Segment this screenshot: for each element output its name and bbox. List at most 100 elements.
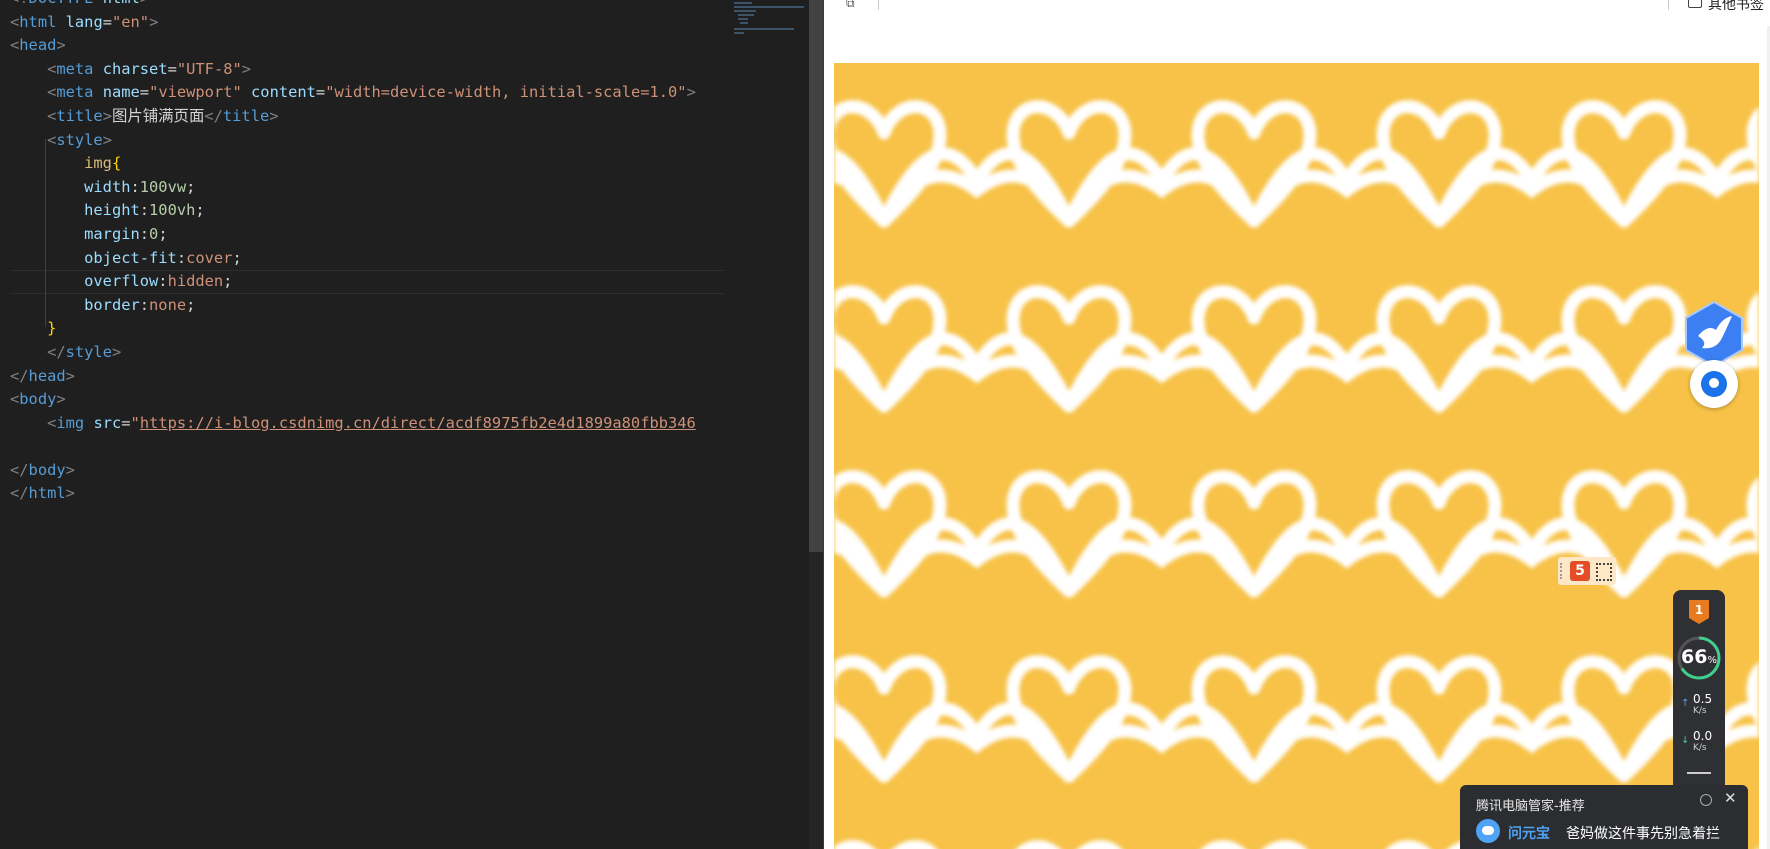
settings-icon[interactable] <box>1700 794 1712 806</box>
code-token: { <box>111 154 122 173</box>
code-token: </ <box>10 366 29 385</box>
minimap-line <box>738 14 754 16</box>
code-line[interactable]: height:100vh; <box>0 199 725 223</box>
code-line[interactable]: margin:0; <box>0 223 725 247</box>
code-token: https://i-blog.csdnimg.cn/direct/acdf897… <box>139 413 696 432</box>
code-token: < <box>47 130 57 149</box>
rank-badge: 1 <box>1689 600 1709 624</box>
bookmarks-separator <box>1668 0 1669 10</box>
code-token: ; <box>195 201 205 220</box>
code-line[interactable]: <style> <box>0 129 725 153</box>
code-token: head <box>28 366 66 385</box>
toast-message[interactable]: 爸妈做这件事先别急着拦 <box>1566 823 1720 843</box>
code-token: </ <box>10 484 29 503</box>
code-token: style <box>56 130 103 149</box>
chat-bubble-icon[interactable] <box>1690 360 1738 408</box>
code-token: = <box>102 12 112 31</box>
drag-handle-icon[interactable] <box>1560 563 1564 579</box>
code-token: ; <box>158 224 168 243</box>
download-arrow-icon: ↓ <box>1681 735 1690 746</box>
code-token: html <box>103 0 140 7</box>
editor-minimap[interactable] <box>726 0 811 849</box>
code-token: : <box>158 272 168 291</box>
code-token: : <box>139 224 150 243</box>
download-unit: K/s <box>1693 743 1707 753</box>
html5-extension-badge[interactable]: 5 <box>1558 557 1616 585</box>
code-line[interactable]: } <box>0 317 725 341</box>
code-token: "UTF-8" <box>176 59 242 78</box>
code-line[interactable]: overflow:hidden; <box>0 270 725 294</box>
code-line[interactable]: <title>图片铺满页面</title> <box>0 105 725 129</box>
code-line[interactable]: </style> <box>0 341 725 365</box>
folder-icon[interactable] <box>1688 0 1702 8</box>
code-token: 图片铺满页面 <box>111 106 205 125</box>
code-line[interactable]: width:100vw; <box>0 176 725 200</box>
code-token: 0 <box>149 224 159 243</box>
code-token: = <box>139 83 150 102</box>
code-token: > <box>65 484 75 503</box>
code-line[interactable]: <meta charset="UTF-8"> <box>0 58 725 82</box>
code-token: > <box>111 342 122 361</box>
code-line[interactable]: <body> <box>0 388 725 412</box>
code-token: none <box>149 295 187 314</box>
code-token: " <box>130 413 140 432</box>
minimap-line <box>734 6 804 8</box>
code-token: : <box>130 177 140 196</box>
code-line[interactable]: object-fit:cover; <box>0 247 725 271</box>
expand-icon[interactable] <box>1596 563 1612 581</box>
upload-value: 0.5 <box>1693 692 1713 706</box>
code-line[interactable]: </head> <box>0 365 725 389</box>
code-token: > <box>56 390 66 409</box>
code-line[interactable]: border:none; <box>0 294 725 318</box>
code-token: < <box>47 59 57 78</box>
code-token: = <box>167 59 177 78</box>
minimap-line <box>740 22 748 24</box>
download-speed: ↓ 0.0 K/s <box>1681 729 1725 757</box>
other-bookmarks[interactable]: 其他书签 <box>1708 0 1764 14</box>
notification-toast[interactable]: 腾讯电脑管家-推荐 ✕ 问元宝 爸妈做这件事先别急着拦 <box>1460 785 1748 849</box>
code-token: </ <box>10 460 29 479</box>
code-token: = <box>315 83 326 102</box>
code-line[interactable]: </body> <box>0 459 725 483</box>
code-line[interactable]: <head> <box>0 34 725 58</box>
code-line[interactable]: <img src="https://i-blog.csdnimg.cn/dire… <box>0 412 725 436</box>
code-line[interactable]: <!DOCTYPE html> <box>0 0 725 11</box>
code-token: "en" <box>112 12 150 31</box>
code-token: ; <box>232 248 242 267</box>
code-token: < <box>10 390 20 409</box>
code-line[interactable]: <meta name="viewport" content="width=dev… <box>0 81 725 105</box>
code-token: </ <box>204 106 223 125</box>
code-line[interactable] <box>0 435 725 459</box>
more-icon[interactable] <box>1687 772 1711 786</box>
code-lines[interactable]: <!DOCTYPE html><html lang="en"><head> <m… <box>0 0 725 506</box>
code-token: lang <box>65 12 103 31</box>
copy-icon[interactable]: ⧉ <box>846 0 860 10</box>
code-token: < <box>47 413 57 432</box>
browser-preview: ⧉ 其他书签 <box>824 0 1770 849</box>
code-token: > <box>56 36 66 55</box>
code-line[interactable]: img{ <box>0 152 725 176</box>
network-speed-widget[interactable]: 1 66% ↑ 0.5 K/s ↓ 0.0 K/s <box>1673 590 1725 790</box>
code-editor[interactable]: <!DOCTYPE html><html lang="en"><head> <m… <box>0 0 725 849</box>
code-line[interactable]: <html lang="en"> <box>0 11 725 35</box>
code-token: html <box>19 12 57 31</box>
code-line[interactable]: </html> <box>0 482 725 506</box>
editor-scrollbar-thumb[interactable] <box>809 0 823 552</box>
code-token: charset <box>102 59 168 78</box>
code-token: title <box>222 106 270 125</box>
code-token: ; <box>186 295 196 314</box>
minimap-line <box>734 28 794 30</box>
toast-app-name[interactable]: 问元宝 <box>1508 823 1550 843</box>
code-token: ; <box>186 177 196 196</box>
code-token: > <box>241 59 252 78</box>
close-icon[interactable]: ✕ <box>1724 789 1737 807</box>
